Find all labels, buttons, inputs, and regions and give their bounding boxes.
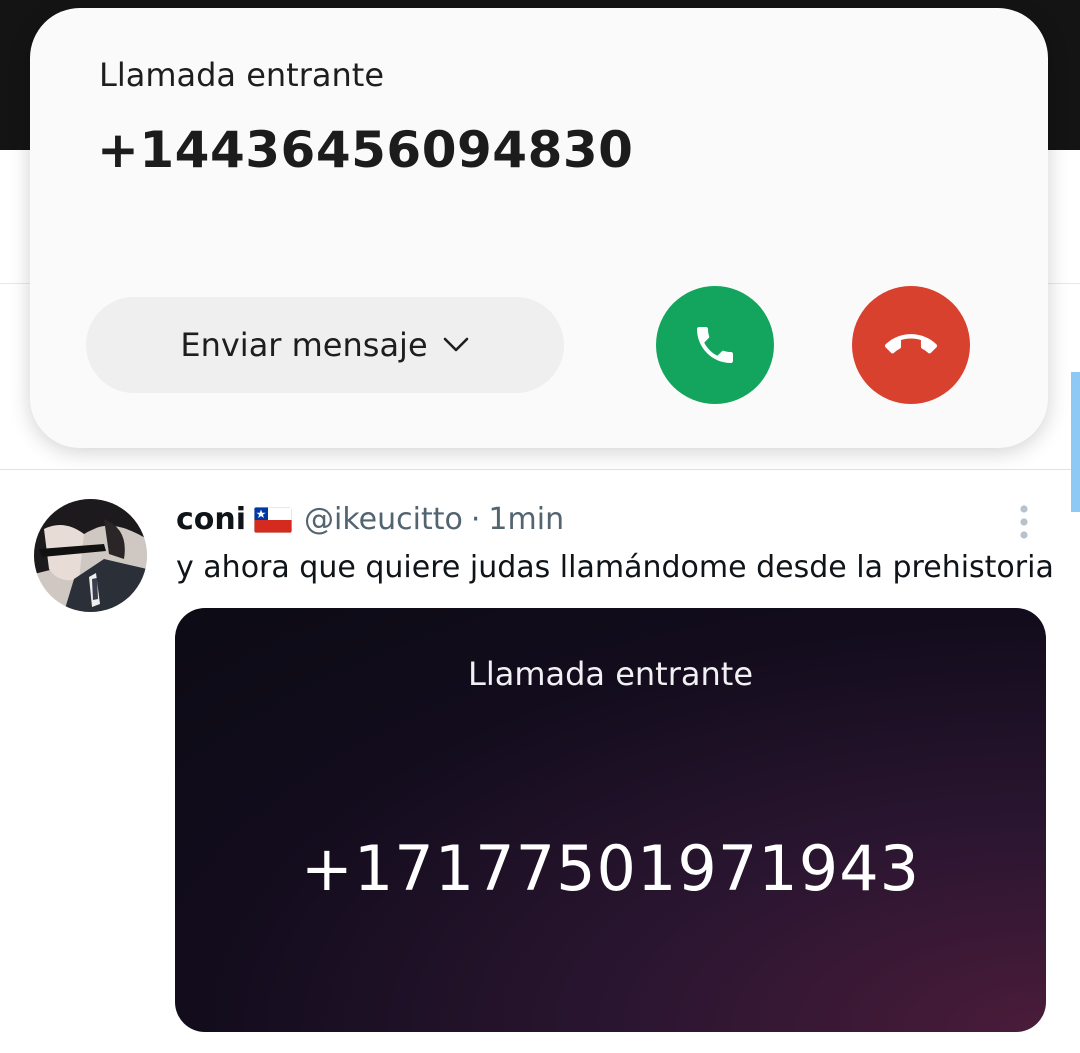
- author-handle[interactable]: @ikeucitto: [304, 502, 463, 537]
- tweet-header: coni @ikeucitto · 1min: [176, 502, 564, 537]
- phone-hangup-icon: [885, 334, 937, 354]
- tweet-timestamp[interactable]: 1min: [488, 502, 564, 537]
- media-caller-number: +17177501971943: [300, 832, 921, 905]
- more-options-icon[interactable]: [1016, 503, 1032, 543]
- caller-number: +14436456094830: [97, 121, 634, 179]
- incoming-call-notification: Llamada entrante +14436456094830 Enviar …: [30, 8, 1048, 448]
- chevron-down-icon: [443, 337, 468, 352]
- tweet-text: y ahora que quiere judas llamándome desd…: [176, 550, 1054, 585]
- call-title: Llamada entrante: [99, 56, 384, 94]
- media-call-title: Llamada entrante: [468, 655, 753, 693]
- accept-call-button[interactable]: [656, 286, 774, 404]
- scroll-indicator[interactable]: [1071, 372, 1080, 512]
- send-message-button[interactable]: Enviar mensaje: [86, 297, 564, 393]
- decline-call-button[interactable]: [852, 286, 970, 404]
- avatar-photo: [34, 499, 147, 612]
- author-name[interactable]: coni: [176, 502, 246, 537]
- meta-separator: ·: [470, 502, 481, 537]
- chile-flag-icon: [254, 506, 293, 533]
- divider: [0, 469, 1080, 470]
- send-message-label: Enviar mensaje: [180, 326, 428, 364]
- avatar[interactable]: [34, 499, 147, 612]
- phone-icon: [697, 327, 733, 363]
- tweet-media-image[interactable]: Llamada entrante +17177501971943: [175, 608, 1046, 1032]
